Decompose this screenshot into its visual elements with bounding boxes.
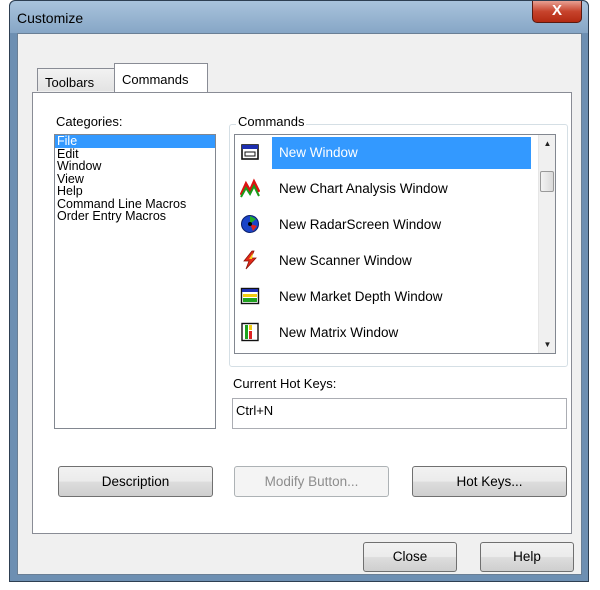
customize-dialog: Customize X Toolbars Commands Categories… [9, 0, 589, 582]
window-title: Customize [17, 10, 84, 26]
command-new-window[interactable]: New Window [235, 135, 531, 169]
hot-keys-button[interactable]: Hot Keys... [412, 466, 567, 497]
command-new-market-depth-window[interactable]: New Market Depth Window [235, 279, 531, 312]
command-label: New Market Depth Window [279, 289, 443, 304]
scroll-up-arrow-icon[interactable]: ▲ [539, 135, 555, 152]
radarscreen-icon [241, 215, 259, 233]
help-button[interactable]: Help [480, 542, 574, 572]
commands-label: Commands [236, 114, 307, 129]
category-file[interactable]: File [55, 135, 215, 148]
close-window-button[interactable]: X [532, 1, 582, 23]
scroll-down-arrow-icon[interactable]: ▼ [539, 336, 555, 353]
category-window[interactable]: Window [55, 160, 215, 173]
tab-commands-label: Commands [122, 72, 189, 87]
matrix-icon [241, 322, 259, 342]
tab-commands[interactable]: Commands [114, 63, 208, 92]
close-button[interactable]: Close [363, 542, 457, 572]
current-hot-keys-field[interactable]: Ctrl+N [232, 398, 567, 429]
scroll-thumb[interactable] [540, 171, 554, 192]
dialog-client-area: Toolbars Commands Categories: File Edit … [17, 33, 582, 575]
commands-listbox[interactable]: New Window New Chart Analysis Window New… [234, 134, 556, 354]
categories-label: Categories: [56, 114, 123, 129]
chart-analysis-icon [240, 178, 260, 198]
category-order-entry-macros[interactable]: Order Entry Macros [55, 210, 215, 223]
category-help[interactable]: Help [55, 185, 215, 198]
command-label: New RadarScreen Window [279, 217, 442, 232]
command-new-matrix-window[interactable]: New Matrix Window [235, 315, 531, 348]
command-label: New Chart Analysis Window [279, 181, 448, 196]
command-label: New Window [272, 137, 531, 169]
current-hot-keys-label: Current Hot Keys: [233, 376, 337, 391]
categories-listbox[interactable]: File Edit Window View Help Command Line … [54, 134, 216, 429]
commands-scrollbar[interactable]: ▲ ▼ [538, 135, 555, 353]
command-new-scanner-window[interactable]: New Scanner Window [235, 243, 531, 276]
description-button[interactable]: Description [58, 466, 213, 497]
tab-toolbars-label: Toolbars [45, 75, 95, 90]
scanner-lightning-icon [243, 250, 257, 270]
modify-button[interactable]: Modify Button... [234, 466, 389, 497]
commands-tab-panel: Categories: File Edit Window View Help C… [32, 92, 572, 534]
title-bar[interactable]: Customize X [10, 1, 588, 33]
command-new-chart-analysis-window[interactable]: New Chart Analysis Window [235, 171, 531, 204]
command-label: New Matrix Window [279, 325, 399, 340]
window-icon [241, 144, 259, 160]
tab-toolbars[interactable]: Toolbars [37, 68, 115, 91]
command-new-radarscreen-window[interactable]: New RadarScreen Window [235, 207, 531, 240]
command-label: New Scanner Window [279, 253, 412, 268]
market-depth-icon [240, 287, 260, 305]
